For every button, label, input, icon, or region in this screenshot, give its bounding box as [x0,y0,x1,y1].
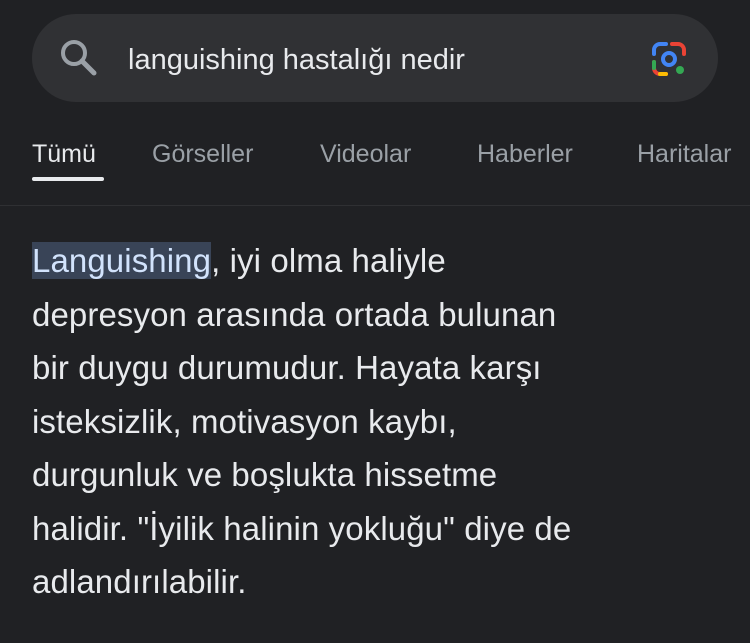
tab-all[interactable]: Tümü [32,136,96,172]
active-tab-indicator [32,177,104,181]
answer-line-5: durgunluk ve boşlukta hissetme [32,456,498,493]
search-tabs: Tümü Görseller Videolar Haberler Harital… [0,130,750,190]
featured-answer: Languishing, iyi olma haliyle depresyon … [32,234,722,609]
tab-maps[interactable]: Haritalar [637,136,731,172]
highlighted-term: Languishing [32,242,212,279]
tab-videos[interactable]: Videolar [320,136,411,172]
divider [0,205,750,206]
answer-line-1-rest: , iyi olma haliyle [211,242,446,279]
tab-news[interactable]: Haberler [477,136,573,172]
search-input[interactable]: languishing hastalığı nedir [128,40,465,80]
answer-line-7: adlandırılabilir. [32,563,247,600]
answer-line-6: halidir. "İyilik halinin yokluğu" diye d… [32,509,572,547]
tab-images[interactable]: Görseller [152,136,253,172]
google-lens-icon[interactable] [648,38,690,80]
answer-line-2: depresyon arasında ortada bulunan [32,295,557,333]
search-icon[interactable] [58,38,100,80]
answer-line-1: Languishing, iyi olma haliyle [32,234,722,288]
search-results-page: languishing hastalığı nedir Tümü Görsell… [0,0,750,643]
answer-line-3: bir duygu durumudur. Hayata karşı [32,349,542,386]
answer-line-4: isteksizlik, motivasyon kaybı, [32,402,457,440]
